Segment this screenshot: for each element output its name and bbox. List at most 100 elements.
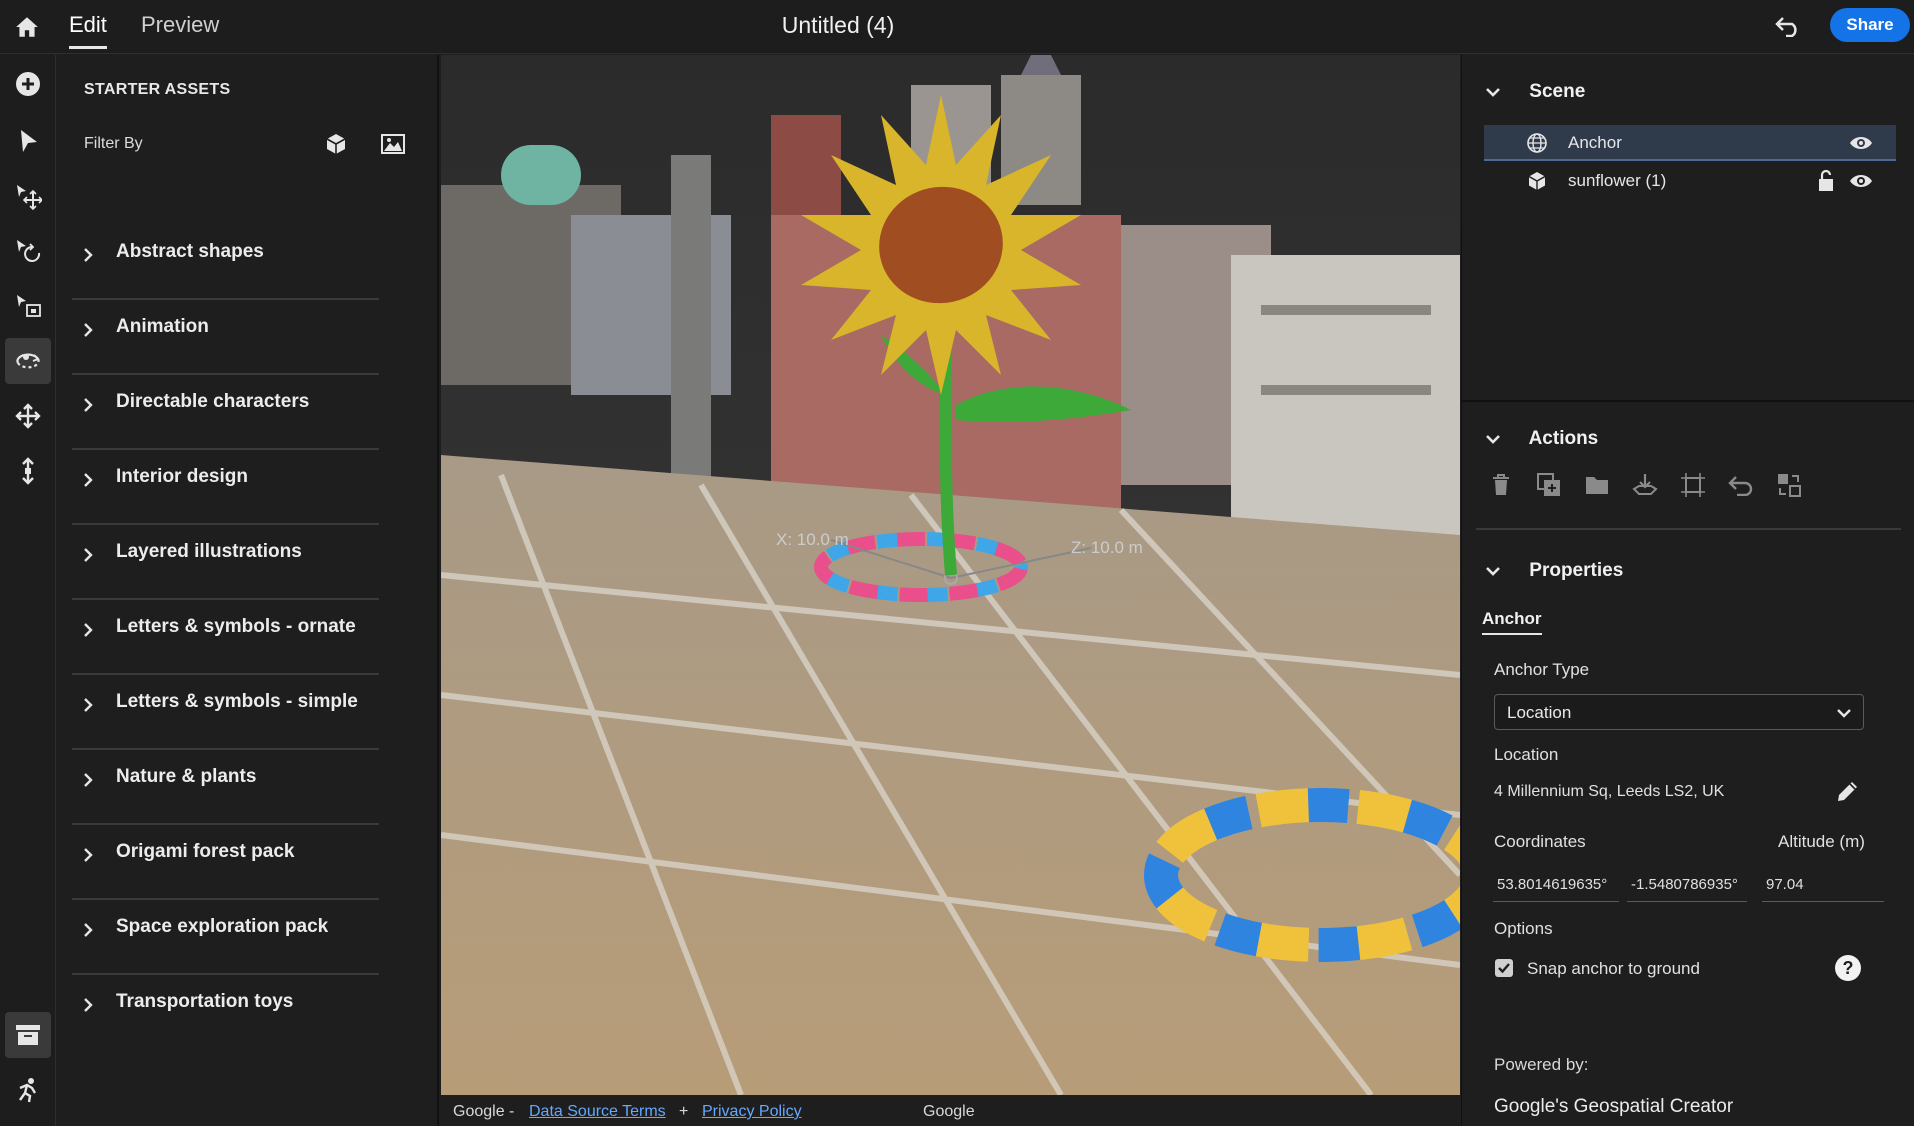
drop-to-ground-button[interactable] [1630, 470, 1660, 500]
scene-render: X: 10.0 m Z: 10.0 m [441, 55, 1460, 1095]
chevron-right-icon [84, 473, 93, 487]
category-layered-illustrations[interactable]: Layered illustrations [72, 525, 379, 600]
category-label: Animation [116, 316, 209, 337]
add-button[interactable] [5, 61, 51, 107]
gizmo-z-label: Z: 10.0 m [1071, 538, 1143, 557]
edit-pencil-icon[interactable] [1834, 779, 1860, 805]
interactions-button[interactable] [5, 1067, 51, 1113]
group-button[interactable] [1582, 470, 1612, 500]
scene-item-name: sunflower (1) [1568, 171, 1667, 190]
assets-panel-icon [16, 1025, 40, 1045]
add-icon [16, 72, 40, 96]
chevron-right-icon [84, 773, 93, 787]
chevron-right-icon [84, 323, 93, 337]
checkmark-icon [1498, 963, 1510, 974]
category-label: Directable characters [116, 391, 310, 412]
scale-tool-icon [17, 295, 41, 317]
tool-rail [0, 55, 56, 1126]
help-icon[interactable]: ? [1835, 955, 1861, 981]
undo-icon [1775, 17, 1797, 37]
latitude-input[interactable]: 53.8014619635° [1493, 868, 1619, 902]
properties-section-header[interactable]: Properties [1484, 560, 1623, 582]
assets-panel-button[interactable] [5, 1012, 51, 1058]
pan-tool-icon [15, 403, 41, 429]
select-tool[interactable] [5, 118, 51, 164]
reset-icon [1728, 476, 1753, 496]
delete-icon [1493, 474, 1509, 495]
altitude-input[interactable]: 97.04 [1762, 868, 1884, 902]
category-label: Nature & plants [116, 766, 257, 787]
snap-anchor-label: Snap anchor to ground [1527, 959, 1700, 978]
category-directable-characters[interactable]: Directable characters [72, 375, 379, 450]
visibility-eye-icon[interactable] [1848, 132, 1874, 154]
replace-icon [1778, 474, 1801, 497]
top-bar: Edit Preview Untitled (4) Share [0, 0, 1914, 54]
scene-item-anchor[interactable]: Anchor [1484, 125, 1896, 161]
reset-button[interactable] [1726, 470, 1756, 500]
category-nature-plants[interactable]: Nature & plants [72, 750, 379, 825]
category-space-exploration[interactable]: Space exploration pack [72, 900, 379, 975]
chevron-right-icon [84, 398, 93, 412]
category-transportation-toys[interactable]: Transportation toys [72, 975, 379, 1050]
altitude-label: Altitude (m) [1778, 832, 1865, 851]
starter-assets-panel: STARTER ASSETS Filter By Abstract shapes… [57, 55, 439, 1126]
section-divider [1476, 528, 1901, 530]
duplicate-button[interactable] [1534, 470, 1564, 500]
fit-bounds-button[interactable] [1678, 470, 1708, 500]
move-tool[interactable] [5, 173, 51, 219]
chevron-right-icon [84, 548, 93, 562]
scene-item-sunflower[interactable]: sunflower (1) [1484, 163, 1896, 199]
category-label: Layered illustrations [116, 541, 302, 562]
privacy-policy-link[interactable]: Privacy Policy [702, 1103, 802, 1121]
scene-item-name: Anchor [1568, 133, 1622, 152]
scene-section-header[interactable]: Scene [1484, 81, 1585, 103]
snap-anchor-checkbox[interactable] [1495, 959, 1513, 977]
category-label: Letters & symbols - simple [116, 691, 358, 712]
actions-title: Actions [1528, 428, 1599, 449]
share-button[interactable]: Share [1830, 8, 1910, 42]
visibility-eye-icon[interactable] [1848, 170, 1874, 192]
category-animation[interactable]: Animation [72, 300, 379, 375]
orbit-tool[interactable] [5, 338, 51, 384]
pan-tool[interactable] [5, 393, 51, 439]
chevron-right-icon [84, 248, 93, 262]
anchor-type-value: Location [1507, 703, 1572, 722]
section-divider [1462, 400, 1914, 402]
inspector-panel: Scene Anchor sunflower (1) Actions Prope… [1461, 55, 1914, 1126]
orbit-tool-icon [16, 353, 40, 369]
category-letters-simple[interactable]: Letters & symbols - simple [72, 675, 379, 750]
delete-button[interactable] [1486, 470, 1516, 500]
category-label: Origami forest pack [116, 841, 295, 862]
category-abstract-shapes[interactable]: Abstract shapes [72, 225, 379, 300]
properties-subtab-anchor[interactable]: Anchor [1482, 609, 1542, 635]
filter-label: Filter By [84, 135, 143, 152]
group-folder-icon [1586, 477, 1608, 494]
scale-tool[interactable] [5, 283, 51, 329]
replace-button[interactable] [1774, 470, 1804, 500]
category-interior-design[interactable]: Interior design [72, 450, 379, 525]
gizmo-x-label: X: 10.0 m [776, 530, 849, 549]
anchor-type-select[interactable]: Location [1494, 694, 1864, 730]
app-root: Edit Preview Untitled (4) Share STARTER … [0, 0, 1914, 1126]
rotate-tool[interactable] [5, 228, 51, 274]
data-source-terms-link[interactable]: Data Source Terms [529, 1103, 666, 1121]
undo-button[interactable] [1772, 10, 1804, 42]
filter-image-button[interactable] [378, 129, 408, 159]
dolly-tool-icon [22, 457, 34, 485]
3d-viewport[interactable]: X: 10.0 m Z: 10.0 m [441, 55, 1460, 1095]
dolly-tool[interactable] [5, 448, 51, 494]
category-origami-forest[interactable]: Origami forest pack [72, 825, 379, 900]
unlock-icon[interactable] [1816, 169, 1836, 193]
filter-3d-button[interactable] [321, 129, 351, 159]
chevron-down-icon [1486, 88, 1500, 97]
category-letters-ornate[interactable]: Letters & symbols - ornate [72, 600, 379, 675]
cube-icon [1528, 172, 1546, 190]
category-label: Interior design [116, 466, 248, 487]
google-label: Google [923, 1103, 975, 1120]
longitude-input[interactable]: -1.5480786935° [1627, 868, 1747, 902]
image-filter-icon [381, 134, 405, 154]
category-label: Letters & symbols - ornate [116, 616, 356, 637]
actions-section-header[interactable]: Actions [1484, 428, 1598, 450]
footer-plus: + [679, 1103, 689, 1120]
powered-by-label: Powered by: [1494, 1055, 1589, 1074]
